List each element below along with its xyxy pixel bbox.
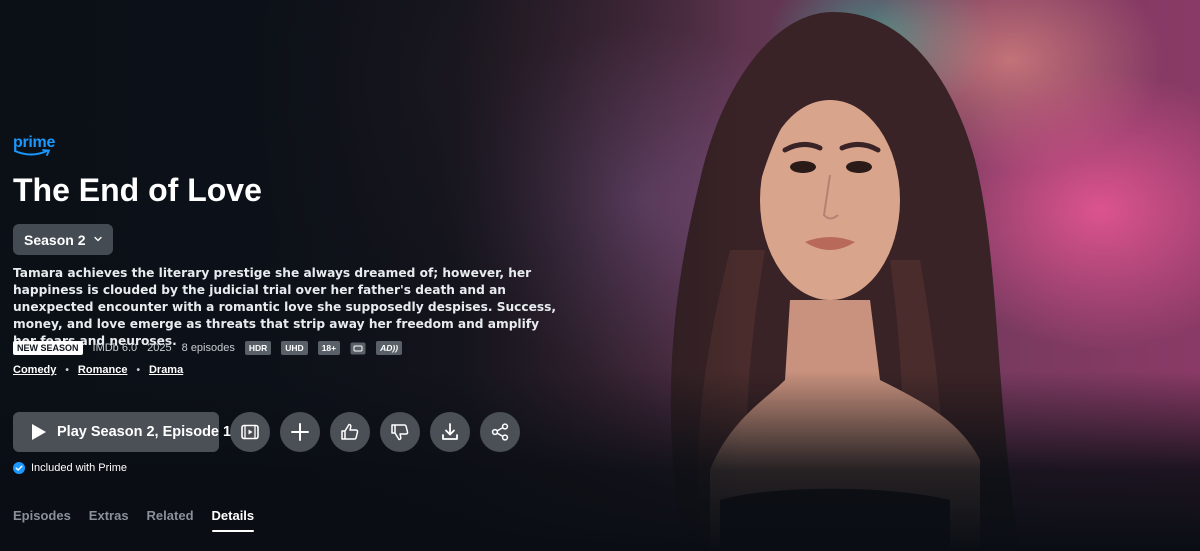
tab-details[interactable]: Details bbox=[211, 508, 254, 532]
play-button[interactable]: Play Season 2, Episode 1 bbox=[13, 412, 231, 452]
share-button[interactable] bbox=[480, 412, 520, 452]
hdr-badge: HDR bbox=[244, 341, 272, 355]
page-title: The End of Love bbox=[13, 172, 262, 208]
thumbs-down-icon bbox=[391, 424, 409, 441]
new-season-badge: NEW SEASON bbox=[13, 341, 83, 355]
release-year: 2025 bbox=[147, 342, 172, 354]
genre-separator: • bbox=[136, 364, 140, 376]
included-with-prime: Included with Prime bbox=[13, 462, 127, 474]
synopsis: Tamara achieves the literary prestige sh… bbox=[13, 266, 556, 348]
uhd-badge: UHD bbox=[281, 341, 308, 355]
age-rating-badge: 18+ bbox=[317, 341, 341, 355]
share-icon bbox=[491, 423, 509, 441]
tab-related[interactable]: Related bbox=[147, 508, 194, 532]
prime-logo-text: prime bbox=[13, 134, 56, 151]
imdb-rating: IMDb 6.0 bbox=[92, 342, 138, 354]
subtitles-icon bbox=[350, 342, 366, 355]
thumbs-up-icon bbox=[341, 423, 359, 440]
included-label: Included with Prime bbox=[31, 462, 127, 474]
detail-tabs: Episodes Extras Related Details bbox=[13, 508, 272, 532]
season-selector[interactable]: Season 2 bbox=[13, 224, 113, 255]
like-button[interactable] bbox=[330, 412, 370, 452]
genre-separator: • bbox=[65, 364, 69, 376]
trailer-icon bbox=[241, 424, 259, 440]
check-circle-icon bbox=[13, 462, 25, 474]
download-button[interactable] bbox=[430, 412, 470, 452]
chevron-down-icon bbox=[94, 236, 102, 242]
download-icon bbox=[442, 423, 458, 440]
tab-episodes[interactable]: Episodes bbox=[13, 508, 71, 532]
genre-link-romance[interactable]: Romance bbox=[78, 364, 128, 376]
genre-list: Comedy • Romance • Drama bbox=[13, 364, 183, 376]
play-button-label: Play Season 2, Episode 1 bbox=[57, 424, 232, 440]
episode-count: 8 episodes bbox=[181, 342, 235, 354]
play-icon bbox=[31, 423, 47, 441]
prime-logo: prime bbox=[13, 134, 55, 157]
audio-description-label: AD bbox=[380, 343, 393, 353]
tab-extras[interactable]: Extras bbox=[89, 508, 129, 532]
audio-description-badge: AD)) bbox=[376, 341, 403, 355]
genre-link-drama[interactable]: Drama bbox=[149, 364, 183, 376]
season-selector-label: Season 2 bbox=[24, 231, 86, 248]
metadata-row: NEW SEASON IMDb 6.0 2025 8 episodes HDR … bbox=[13, 341, 403, 355]
add-to-watchlist-button[interactable] bbox=[280, 412, 320, 452]
plus-icon bbox=[291, 423, 309, 441]
trailer-button[interactable] bbox=[230, 412, 270, 452]
dislike-button[interactable] bbox=[380, 412, 420, 452]
genre-link-comedy[interactable]: Comedy bbox=[13, 364, 56, 376]
